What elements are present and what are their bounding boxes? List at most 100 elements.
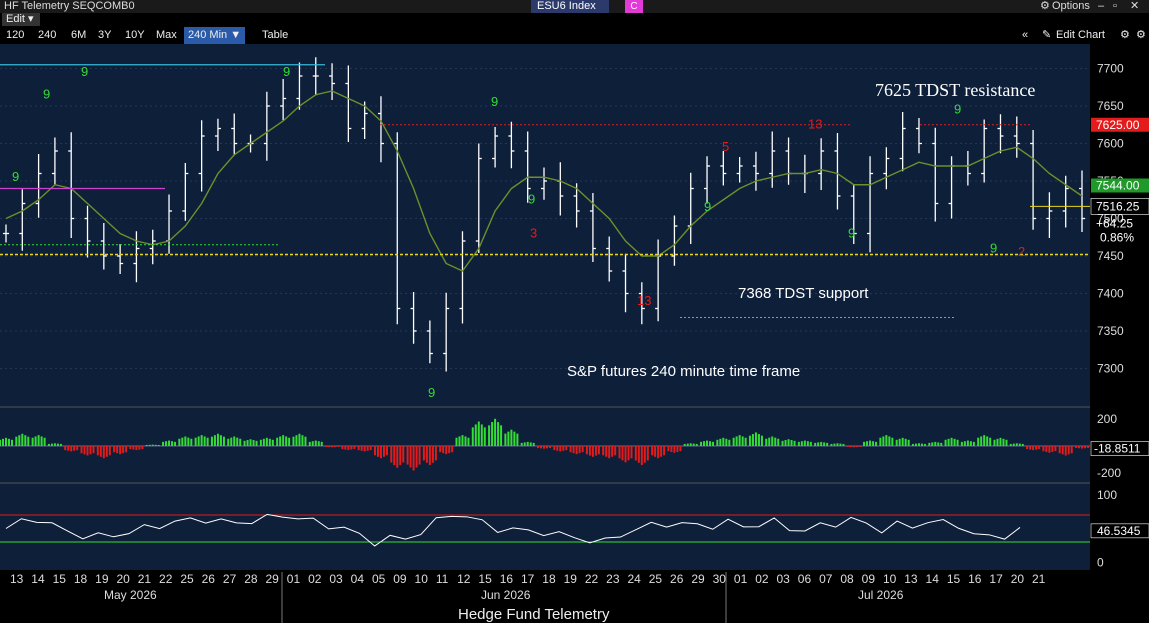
oscillator-bar [304,436,307,446]
oscillator-bar [259,439,262,446]
oscillator-bar [549,446,551,449]
oscillator-bar [428,446,431,466]
oscillator-bar [70,446,73,452]
oscillator-bar [40,436,43,446]
range-240[interactable]: 240 [38,27,56,44]
oscillator-bar [125,446,128,453]
oscillator-bar [276,437,279,446]
range-max[interactable]: Max [156,27,177,44]
oscillator-bar [488,425,491,446]
edit-menu-button[interactable]: Edit ▾ [2,13,40,26]
minimize-icon[interactable]: – [1098,0,1104,13]
oscillator-bar [679,446,682,452]
oscillator-bar [504,433,507,446]
oscillator-bar [947,438,950,446]
options-icon[interactable]: ⚙ [1040,0,1050,13]
oscillator-bar [252,440,255,446]
date-tick: 03 [777,572,791,586]
date-tick: 15 [53,572,67,586]
oscillator-bar [559,446,562,452]
oscillator-bar [966,440,969,446]
oscillator-bar [116,446,119,454]
options-menu[interactable]: Options [1052,0,1090,13]
date-tick: 22 [585,572,599,586]
gear-icon[interactable]: ⚙ [1136,27,1146,44]
oscillator-bar [64,446,67,451]
oscillator-bar [34,436,37,446]
oscillator-bar [21,433,24,446]
oscillator-bar [1035,446,1038,450]
oscillator-bar [914,443,917,446]
oscillator-tick: 200 [1097,412,1117,426]
month-label: Jun 2026 [481,588,531,602]
oscillator-bar [757,434,760,446]
range-6m[interactable]: 6M [71,27,86,44]
oscillator-bar [741,436,744,446]
range-10y[interactable]: 10Y [125,27,145,44]
oscillator-bar [59,443,62,446]
oscillator-value: -18.8511 [1094,442,1141,456]
oscillator-bar [113,446,116,453]
setup-count-marker: 5 [722,139,729,154]
oscillator-bar [1061,446,1064,455]
oscillator-bar [89,446,92,455]
ticker-badge[interactable]: C [625,0,643,13]
oscillator-bar [216,433,219,446]
oscillator-bar [637,446,640,463]
oscillator-bar [480,424,483,446]
date-tick: 24 [627,572,641,586]
oscillator-bar [409,446,412,468]
oscillator-bar [181,437,184,446]
oscillator-bar [442,446,445,454]
rsi-value: 46.5345 [1097,524,1141,538]
oscillator-bar [154,444,157,446]
oscillator-bar [523,442,526,446]
date-tick: 26 [670,572,684,586]
oscillator-bar [168,440,171,446]
oscillator-bar [5,437,7,446]
oscillator-bar [771,436,774,446]
oscillator-bar [279,436,282,446]
oscillator-bar [1064,446,1067,456]
table-button[interactable]: Table [262,27,288,44]
edit-chart-button[interactable]: Edit Chart [1056,27,1105,44]
ticker-field[interactable]: ESU6 Index [531,0,609,13]
oscillator-bar [99,446,102,457]
oscillator-bar [350,446,353,450]
oscillator-bar [1015,443,1018,446]
setup-count-marker: 13 [808,117,822,132]
interval-dropdown[interactable]: 240 Min ▼ [184,27,246,44]
collapse-icon[interactable]: « [1022,27,1028,44]
oscillator-bar [73,446,76,451]
oscillator-bar [301,435,304,446]
date-tick: 22 [159,572,173,586]
price-label: 7544.00 [1096,179,1140,193]
oscillator-bar [546,446,548,449]
oscillator-bar [363,446,366,452]
setup-count-marker: 9 [491,94,498,109]
oscillator-bar [1029,446,1032,450]
y-tick-label: 7400 [1097,287,1124,301]
interval-label: 240 Min [188,29,228,41]
restore-icon[interactable]: ▫ [1113,0,1117,13]
chart-area[interactable]: 7300735074007450750075507600765077009999… [0,44,1149,623]
chart-settings-icon[interactable]: ⚙ [1120,27,1130,44]
close-icon[interactable]: ✕ [1130,0,1139,13]
pencil-icon[interactable]: ✎ [1042,27,1051,44]
oscillator-bar [872,441,875,446]
range-120[interactable]: 120 [6,27,24,44]
oscillator-bar [999,437,1002,446]
date-tick: 20 [116,572,130,586]
setup-count-marker: 9 [428,385,435,400]
oscillator-bar [122,446,125,454]
oscillator-bar [230,437,233,446]
oscillator-bar [178,438,181,446]
oscillator-bar [145,444,148,446]
range-3y[interactable]: 3Y [98,27,111,44]
oscillator-bar [611,446,614,457]
oscillator-bar [993,439,996,446]
oscillator-bar [347,446,350,451]
oscillator-bar [357,446,360,451]
date-tick: 07 [819,572,833,586]
oscillator-bar [673,446,676,453]
